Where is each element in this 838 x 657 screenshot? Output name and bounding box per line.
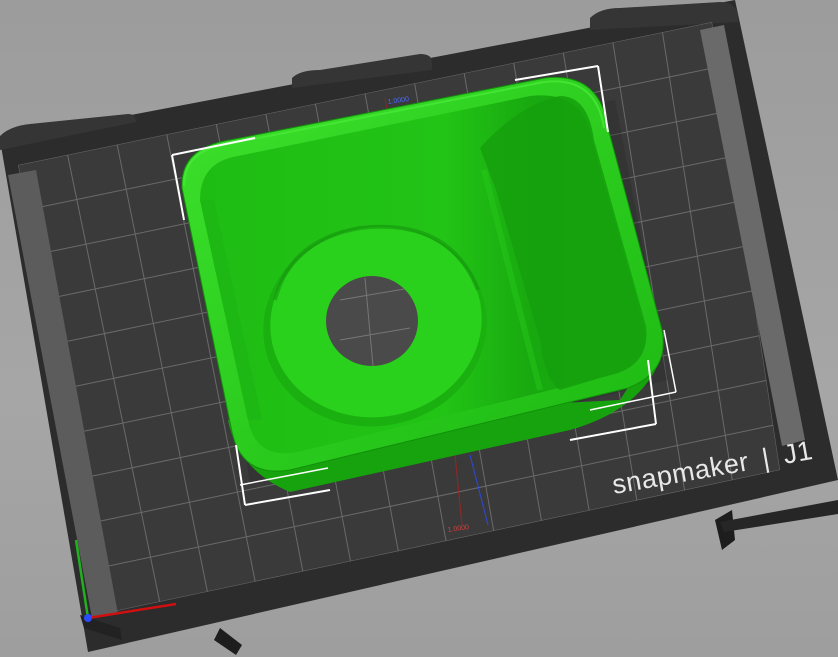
brand-model: J1 bbox=[781, 435, 815, 470]
scene-canvas[interactable]: 1.0000 1.0000 snapmaker | J1 bbox=[0, 0, 838, 657]
3d-viewport[interactable]: 1.0000 1.0000 snapmaker | J1 bbox=[0, 0, 838, 657]
origin-point bbox=[84, 614, 92, 622]
